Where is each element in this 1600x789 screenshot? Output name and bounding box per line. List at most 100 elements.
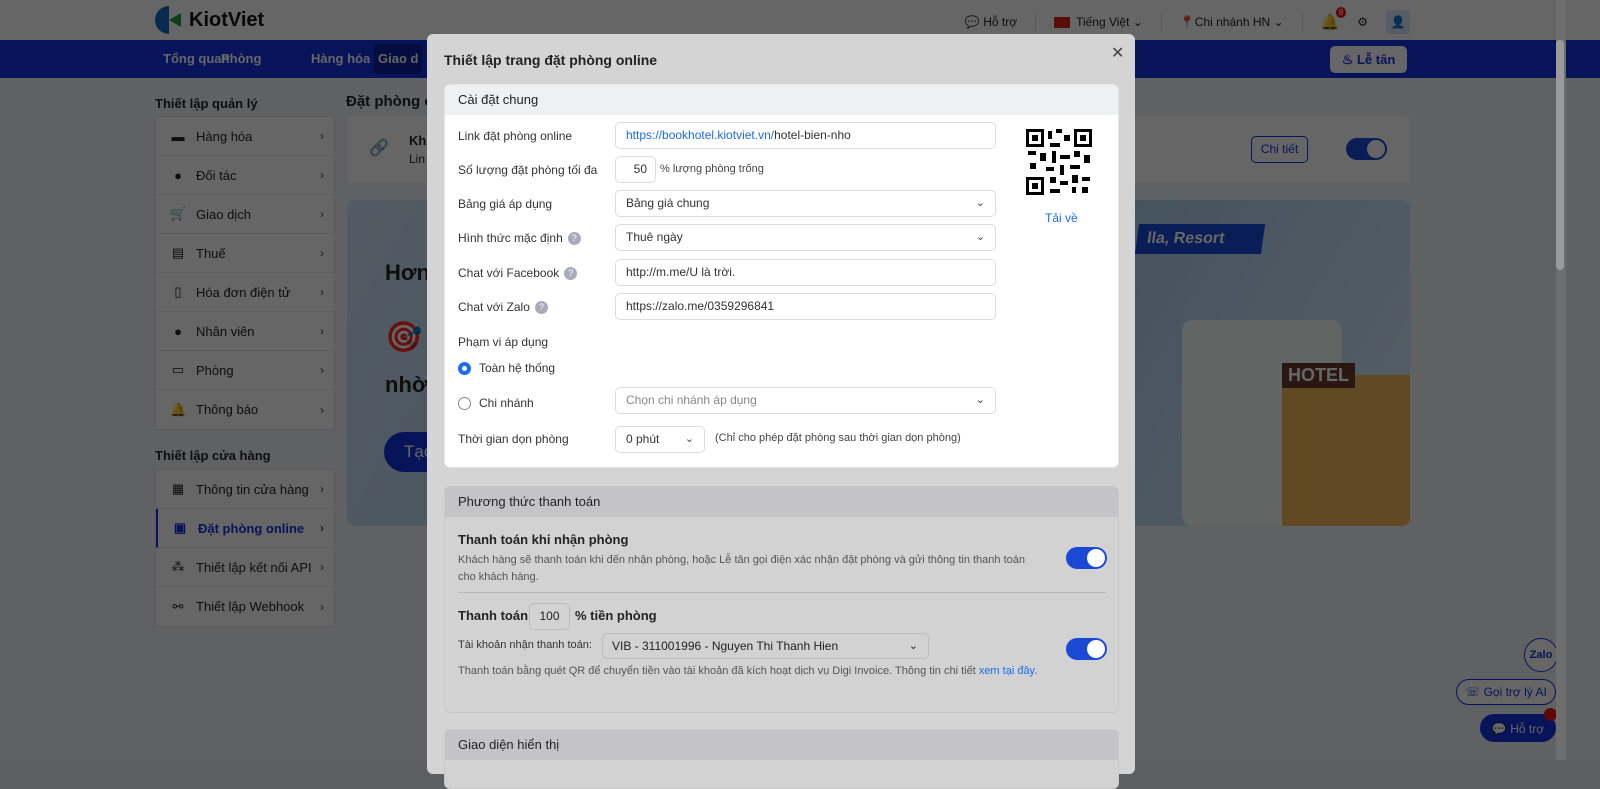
box-icon: ▬: [171, 128, 185, 144]
account-select[interactable]: VIB - 311001996 - Nguyen Thi Thanh Hien ⌄: [602, 633, 929, 659]
general-settings-section: Cài đặt chung Link đặt phòng online http…: [444, 84, 1119, 468]
prepay-toggle[interactable]: [1066, 638, 1107, 660]
scope-all-radio[interactable]: Toàn hệ thống: [458, 361, 556, 376]
bed-icon: ▭: [171, 362, 185, 377]
sidebar-item-notifications[interactable]: 🔔 Thông báo ›: [156, 390, 334, 429]
chevron-right-icon: ›: [320, 482, 324, 496]
chevron-right-icon: ›: [320, 285, 324, 299]
cleaning-time-select[interactable]: 0 phút ⌄: [615, 426, 705, 453]
sidebar-item-goods[interactable]: ▬ Hàng hóa ›: [156, 117, 334, 156]
reception-button[interactable]: ♨ Lễ tân: [1330, 46, 1407, 73]
sidebar-item-partners[interactable]: ● Đối tác ›: [156, 156, 334, 195]
sidebar-item-staff[interactable]: ● Nhân viên ›: [156, 312, 334, 351]
gear-icon[interactable]: ⚙: [1357, 15, 1368, 29]
network-icon: ⁂: [171, 559, 185, 574]
help-icon[interactable]: ?: [567, 232, 581, 246]
label-text: Hình thức mặc định: [458, 231, 563, 245]
account-label: Tài khoản nhận thanh toán:: [458, 639, 592, 651]
support-link[interactable]: 💬 Hỗ trợ: [965, 15, 1017, 29]
user-avatar-icon[interactable]: 👤: [1386, 10, 1410, 34]
sidebar-item-webhook[interactable]: ⚯ Thiết lập Webhook ›: [156, 587, 334, 626]
booking-enabled-toggle[interactable]: [1346, 138, 1387, 160]
radio-icon: [458, 397, 471, 411]
payment-section: Phương thức thanh toán Thanh toán khi nh…: [444, 486, 1119, 713]
branch-select[interactable]: 📍Chi nhánh HN ⌄: [1180, 15, 1284, 29]
facebook-label: Chat với Facebook?: [458, 266, 578, 281]
mode-value: Thuê ngày: [626, 230, 683, 244]
chevron-down-icon: ⌄: [684, 433, 694, 445]
help-icon[interactable]: ?: [564, 267, 578, 281]
kiotviet-logo-icon: [155, 6, 183, 34]
max-booking-input[interactable]: 50: [615, 156, 656, 183]
close-icon[interactable]: ✕: [1111, 43, 1124, 63]
link-base: https://bookhotel.kiotviet.vn/: [626, 128, 775, 142]
label-text: Chat với Zalo: [458, 300, 530, 314]
nav-goods[interactable]: Hàng hóa: [311, 40, 370, 78]
label-text: Chat với Facebook: [458, 266, 560, 280]
chevron-down-icon: ⌄: [908, 640, 918, 652]
ai-assistant-button[interactable]: ☏ Gọi trợ lý AI: [1456, 679, 1556, 705]
prepay-percent-input[interactable]: 100: [529, 603, 570, 630]
sidebar-item-online-booking[interactable]: ▣ Đặt phòng online ›: [156, 509, 334, 548]
hotel-building: HOTEL: [1282, 363, 1410, 526]
zalo-input[interactable]: https://zalo.me/0359296841: [615, 293, 996, 320]
chevron-right-icon: ›: [320, 599, 324, 614]
desc-text: Thanh toán bằng quét QR để chuyển tiền v…: [458, 665, 979, 677]
chevron-right-icon: ›: [320, 168, 324, 182]
chevron-right-icon: ›: [320, 207, 324, 221]
radio-label: Toàn hệ thống: [479, 361, 556, 375]
staff-icon: ●: [174, 323, 182, 339]
branch-placeholder: Chọn chi nhánh áp dụng: [626, 393, 757, 407]
radio-selected-icon: [458, 362, 471, 376]
section-header: Phương thức thanh toán: [445, 487, 1118, 517]
language-select[interactable]: Tiếng Việt ⌄: [1054, 15, 1143, 29]
pay-on-arrival-toggle[interactable]: [1066, 547, 1107, 569]
desc-end: .: [1034, 665, 1038, 677]
sidebar-item-tax[interactable]: ▤ Thuế ›: [156, 234, 334, 273]
logo[interactable]: KiotViet: [155, 6, 264, 34]
max-booking-label: Số lượng đặt phòng tối đa: [458, 163, 598, 177]
banner-heading: Hơn: [385, 260, 430, 285]
nav-transactions[interactable]: Giao d: [374, 44, 423, 74]
sidebar-item-rooms[interactable]: ▭ Phòng ›: [156, 351, 334, 390]
booking-link-field[interactable]: https://bookhotel.kiotviet.vn/hotel-bien…: [615, 122, 996, 149]
scope-branch-radio[interactable]: Chi nhánh: [458, 396, 534, 411]
detail-button[interactable]: Chi tiết: [1251, 136, 1308, 163]
pay-on-arrival-title: Thanh toán khi nhận phòng: [458, 532, 629, 547]
vietnam-flag-icon: [1054, 17, 1071, 29]
sidebar-item-api[interactable]: ⁂ Thiết lập kết nối API ›: [156, 548, 334, 587]
chevron-right-icon: ›: [320, 402, 324, 417]
nav-rooms[interactable]: Phòng: [221, 40, 261, 78]
price-list-value: Bảng giá chung: [626, 196, 710, 210]
webhook-icon: ⚯: [172, 598, 184, 614]
sidebar-item-store-info[interactable]: ▦ Thông tin cửa hàng ›: [156, 470, 334, 509]
facebook-input[interactable]: http://m.me/U là trời.: [615, 259, 996, 286]
section-header: Cài đặt chung: [445, 85, 1118, 115]
cleaning-time-note: (Chỉ cho phép đặt phòng sau thời gian dọ…: [715, 432, 961, 444]
chevron-right-icon: ›: [320, 521, 324, 535]
page-scrollbar[interactable]: [1556, 0, 1566, 760]
notification-bell-icon[interactable]: 🔔 8: [1321, 7, 1347, 31]
default-mode-select[interactable]: Thuê ngày ⌄: [615, 224, 996, 251]
sidebar-item-transactions[interactable]: 🛒 Giao dịch ›: [156, 195, 334, 234]
link-label: Link đặt phòng online: [458, 129, 573, 143]
help-icon[interactable]: ?: [534, 301, 548, 315]
booking-settings-modal: Thiết lập trang đặt phòng online ✕ Cài đ…: [427, 34, 1135, 789]
chat-icon: 💬: [964, 15, 980, 29]
document-icon: ▯: [174, 284, 182, 299]
divider: [1035, 13, 1037, 31]
cleaning-time-value: 0 phút: [626, 432, 660, 446]
zalo-button[interactable]: Zalo: [1524, 638, 1558, 672]
cleaning-time-label: Thời gian dọn phòng: [458, 432, 569, 446]
see-here-link[interactable]: xem tại đây: [979, 665, 1034, 677]
nav-overview[interactable]: Tổng quan: [163, 40, 229, 78]
qr-payment-desc: Thanh toán bằng quét QR để chuyển tiền v…: [458, 663, 1048, 680]
sidebar-item-einvoice[interactable]: ▯ Hóa đơn điện tử ›: [156, 273, 334, 312]
link-icon: 🔗: [369, 140, 389, 157]
download-qr-link[interactable]: Tải về: [1045, 211, 1078, 225]
branch-select[interactable]: Chọn chi nhánh áp dụng ⌄: [615, 387, 996, 414]
location-pin-icon: 📍: [1179, 15, 1195, 29]
chat-icon: 💬: [1491, 722, 1507, 736]
price-list-select[interactable]: Bảng giá chung ⌄: [615, 190, 996, 217]
banner-text: nhờ: [385, 372, 428, 397]
